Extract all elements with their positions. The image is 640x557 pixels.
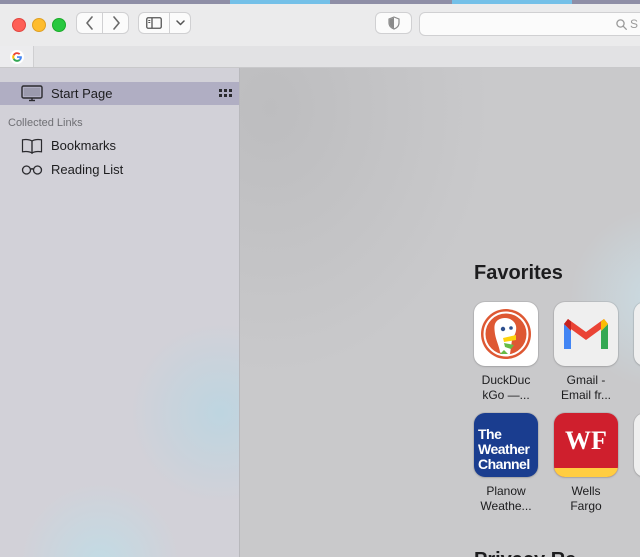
top-strip-highlight bbox=[452, 0, 572, 4]
forward-chevron-icon bbox=[112, 16, 120, 30]
back-chevron-icon bbox=[85, 16, 93, 30]
favorite-label-line: Fargo bbox=[570, 499, 602, 513]
favorite-label-line: Wells bbox=[571, 484, 601, 498]
search-icon bbox=[616, 18, 627, 30]
favorite-tile-partial[interactable] bbox=[634, 413, 640, 477]
sidebar-item-label: Bookmarks bbox=[51, 138, 117, 153]
favorite-tile-partial[interactable] bbox=[634, 302, 640, 366]
logo-text: WF bbox=[565, 426, 607, 455]
favorite-label-line: kGo —... bbox=[482, 388, 530, 402]
close-window-button[interactable] bbox=[12, 18, 26, 32]
top-strip-highlight bbox=[230, 0, 330, 4]
wells-fargo-icon: WF bbox=[554, 427, 618, 455]
favorite-label-line: Gmail - bbox=[566, 373, 606, 387]
favorite-label-line: Email fr... bbox=[560, 388, 611, 402]
favorite-label: Wells Fargo bbox=[546, 484, 626, 514]
favorite-label-line: Planow bbox=[486, 484, 526, 498]
book-icon bbox=[21, 137, 43, 154]
sidebar-toggle-button[interactable] bbox=[138, 12, 170, 34]
favorite-tile-duckduckgo[interactable] bbox=[474, 302, 538, 366]
shield-icon bbox=[387, 16, 400, 30]
forward-button[interactable] bbox=[102, 12, 129, 34]
window-toolbar: S bbox=[0, 0, 640, 47]
favorite-label: DuckDuc kGo —... bbox=[466, 373, 546, 403]
start-page: Favorites DuckDuc kGo —... Gmail - Email… bbox=[240, 68, 640, 557]
minimize-window-button[interactable] bbox=[32, 18, 46, 32]
favorites-heading: Favorites bbox=[474, 262, 563, 284]
sidebar-item-reading-list[interactable]: Reading List bbox=[0, 158, 239, 181]
sidebar-item-label: Start Page bbox=[51, 86, 113, 101]
privacy-report-heading: Privacy Re bbox=[474, 549, 640, 557]
zoom-window-button[interactable] bbox=[52, 18, 66, 32]
logo-text: Weather bbox=[478, 441, 530, 457]
sidebar: Start Page Collected Links Bookmarks Rea… bbox=[0, 68, 240, 557]
chevron-down-icon bbox=[175, 20, 185, 26]
sidebar-item-start-page[interactable]: Start Page bbox=[0, 82, 239, 105]
favorite-tile-wells-fargo[interactable]: WF bbox=[554, 413, 618, 477]
logo-text: Channel bbox=[478, 456, 530, 472]
wells-fargo-stripe bbox=[554, 468, 618, 477]
tab-bar bbox=[0, 46, 640, 68]
address-bar[interactable]: S bbox=[419, 12, 640, 36]
section-header-collected-links: Collected Links bbox=[8, 117, 83, 129]
monitor-icon bbox=[21, 85, 43, 102]
favorite-label-line: Weathe... bbox=[480, 499, 532, 513]
google-icon bbox=[9, 49, 24, 64]
tab-group-menu-button[interactable] bbox=[169, 12, 191, 34]
sidebar-icon bbox=[146, 17, 162, 29]
sidebar-item-bookmarks[interactable]: Bookmarks bbox=[0, 134, 239, 157]
address-placeholder: S bbox=[630, 17, 639, 31]
grid-icon[interactable] bbox=[219, 89, 233, 98]
favorite-label: Gmail - Email fr... bbox=[546, 373, 626, 403]
favorite-tile-gmail[interactable] bbox=[554, 302, 618, 366]
favorite-label-line: DuckDuc bbox=[481, 373, 531, 387]
gmail-icon bbox=[564, 319, 608, 349]
weather-channel-icon: The Weather Channel bbox=[478, 427, 538, 472]
sidebar-item-label: Reading List bbox=[51, 162, 124, 177]
logo-text: The bbox=[478, 426, 502, 442]
favorite-label: Planow Weathe... bbox=[466, 484, 546, 514]
privacy-report-button[interactable] bbox=[375, 12, 412, 34]
glasses-icon bbox=[21, 161, 43, 178]
duckduckgo-icon bbox=[481, 309, 531, 359]
top-strip bbox=[0, 0, 640, 4]
tab-google[interactable] bbox=[0, 46, 34, 67]
back-button[interactable] bbox=[76, 12, 103, 34]
favorite-tile-weather-channel[interactable]: The Weather Channel bbox=[474, 413, 538, 477]
